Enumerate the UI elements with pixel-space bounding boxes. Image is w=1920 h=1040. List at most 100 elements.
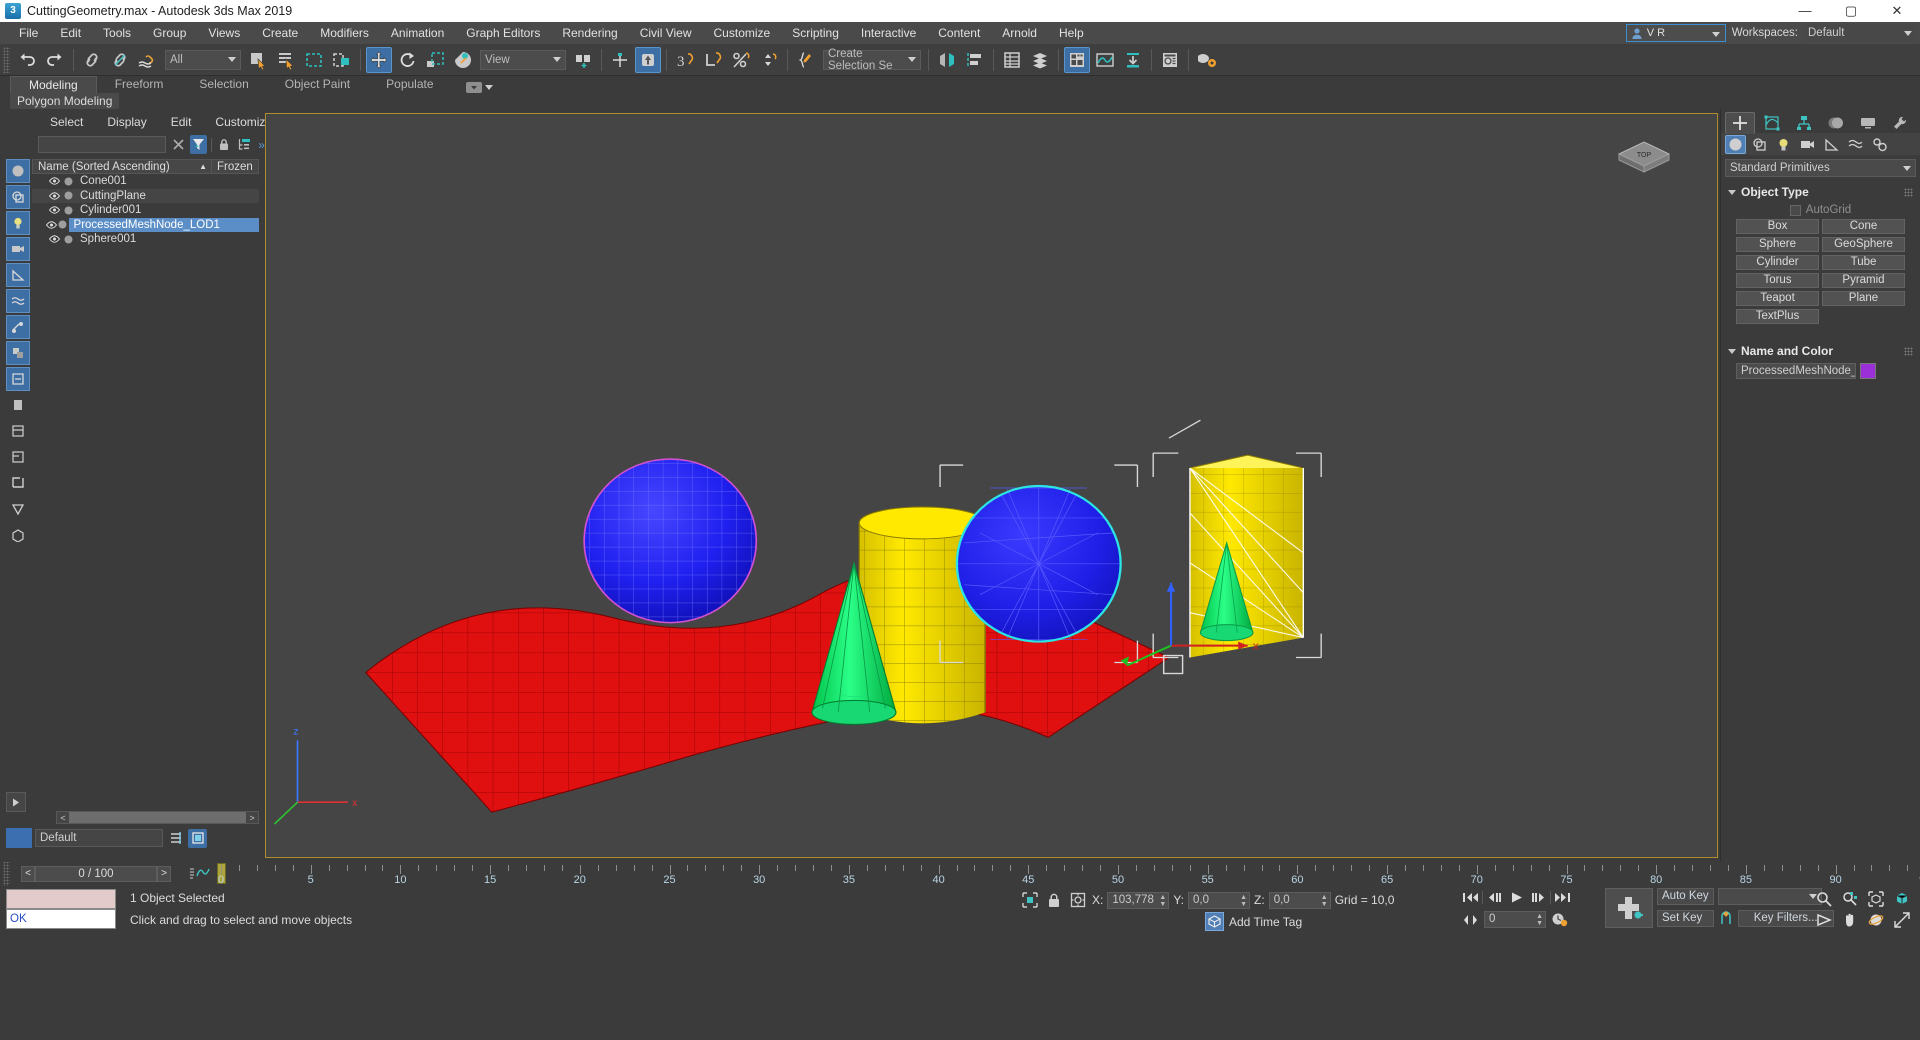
use-pivot-point-center-icon[interactable]	[570, 47, 596, 73]
render-toggle-icon[interactable]	[57, 220, 69, 229]
tab-hierarchy-icon[interactable]	[1789, 112, 1819, 134]
scene-explorer-menu-edit[interactable]: Edit	[159, 115, 204, 129]
systems-icon[interactable]	[1869, 135, 1890, 154]
visibility-eye-icon[interactable]	[48, 192, 61, 200]
track-bar-ruler[interactable]: 0510152025303540455055606570758085909510…	[175, 862, 1920, 886]
minimize-button[interactable]: —	[1782, 0, 1828, 22]
filter-geometry-icon[interactable]	[6, 159, 30, 183]
spinner-snap-icon[interactable]	[756, 47, 782, 73]
table-row-selected[interactable]: ProcessedMeshNode_LOD1	[32, 218, 259, 233]
select-object-icon[interactable]	[245, 47, 271, 73]
track-view-icon[interactable]	[189, 866, 211, 880]
filter-groups-icon[interactable]	[6, 341, 30, 365]
redo-icon[interactable]	[42, 47, 68, 73]
menu-item-content[interactable]: Content	[927, 22, 991, 44]
filter-bones-icon[interactable]	[6, 315, 30, 339]
create-teapot-button[interactable]: Teapot	[1736, 291, 1819, 306]
frozen-cell[interactable]	[213, 232, 259, 247]
filter-cameras-icon[interactable]	[6, 237, 30, 261]
helpers-icon[interactable]	[1821, 135, 1842, 154]
table-row[interactable]: Cylinder001	[32, 203, 259, 218]
maxscript-mini-listener-output[interactable]	[6, 889, 116, 909]
unlink-selection-icon[interactable]	[107, 47, 133, 73]
key-tangent-icon[interactable]	[1718, 911, 1734, 926]
percent-snap-icon[interactable]	[728, 47, 754, 73]
layer-color-swatch[interactable]	[6, 828, 32, 848]
visibility-eye-icon[interactable]	[48, 235, 61, 243]
select-and-place-icon[interactable]	[450, 47, 476, 73]
mirror-3d-icon[interactable]: 3	[672, 47, 698, 73]
render-toggle-icon[interactable]	[61, 191, 75, 200]
select-and-move-icon[interactable]	[366, 47, 392, 73]
filter-selected-icon[interactable]	[6, 471, 30, 495]
close-button[interactable]: ✕	[1874, 0, 1920, 22]
align-objects-icon[interactable]	[962, 47, 988, 73]
create-sphere-button[interactable]: Sphere	[1736, 237, 1819, 252]
field-of-view-icon[interactable]	[1812, 910, 1836, 929]
rollout-grip[interactable]	[1904, 347, 1913, 356]
timebar-grip[interactable]	[3, 861, 10, 887]
create-geosphere-button[interactable]: GeoSphere	[1822, 237, 1905, 252]
table-row[interactable]: Cone001	[32, 174, 259, 189]
column-header-name[interactable]: Name (Sorted Ascending) ▲	[33, 160, 212, 173]
scroll-right-arrow[interactable]: >	[246, 813, 258, 823]
object-name-field[interactable]: ProcessedMeshNode_LOD	[1736, 363, 1856, 379]
layer-list-icon[interactable]	[166, 829, 185, 848]
curve-editor-icon[interactable]	[1092, 47, 1118, 73]
undo-icon[interactable]	[14, 47, 40, 73]
select-and-scale-icon[interactable]	[422, 47, 448, 73]
menu-item-create[interactable]: Create	[251, 22, 309, 44]
filter-space-warps-icon[interactable]	[6, 289, 30, 313]
filter-icon[interactable]	[190, 135, 206, 154]
menu-item-modifiers[interactable]: Modifiers	[309, 22, 380, 44]
polygon-modeling-panel-label[interactable]: Polygon Modeling	[10, 93, 119, 109]
autogrid-checkbox[interactable]	[1790, 205, 1801, 216]
filter-particles-icon[interactable]	[6, 393, 30, 417]
frame-indicator[interactable]: < 0 / 100 >	[21, 866, 171, 882]
spinner-icon[interactable]: ▲▼	[1321, 894, 1328, 908]
material-editor-icon[interactable]	[1064, 47, 1090, 73]
maximize-button[interactable]: ▢	[1828, 0, 1874, 22]
window-crossing-toggle-icon[interactable]	[329, 47, 355, 73]
current-frame-display[interactable]: 0 / 100	[35, 866, 157, 882]
render-setup-icon[interactable]	[1157, 47, 1183, 73]
workspaces-dropdown[interactable]: Default	[1804, 24, 1916, 42]
layer-properties-icon[interactable]	[188, 829, 207, 848]
zoom-icon[interactable]	[1812, 889, 1836, 908]
create-pyramid-button[interactable]: Pyramid	[1822, 273, 1905, 288]
rectangular-selection-region-icon[interactable]	[301, 47, 327, 73]
tab-display-icon[interactable]	[1853, 112, 1883, 134]
rollout-header-name-and-color[interactable]: Name and Color	[1724, 342, 1917, 360]
menu-item-arnold[interactable]: Arnold	[991, 22, 1048, 44]
tab-modeling[interactable]: Modeling	[10, 76, 97, 93]
named-selection-sets-dropdown[interactable]: Create Selection Se	[823, 50, 921, 70]
object-color-swatch[interactable]	[1860, 363, 1876, 379]
render-production-icon[interactable]	[1194, 47, 1220, 73]
lights-icon[interactable]	[1773, 135, 1794, 154]
filter-xrefs-icon[interactable]	[6, 367, 30, 391]
current-frame-spinner[interactable]: 0 ▲▼	[1484, 911, 1546, 928]
align-icon[interactable]	[700, 47, 726, 73]
menu-item-rendering[interactable]: Rendering	[551, 22, 628, 44]
tab-modify-icon[interactable]	[1757, 112, 1787, 134]
filter-hidden-icon[interactable]	[6, 445, 30, 469]
menu-item-views[interactable]: Views	[197, 22, 251, 44]
more-options-chevron[interactable]: »	[258, 138, 265, 152]
spinner-icon[interactable]: ▲▼	[1240, 894, 1247, 908]
key-mode-toggle-icon[interactable]	[1460, 910, 1481, 929]
menu-item-help[interactable]: Help	[1048, 22, 1095, 44]
frozen-cell[interactable]	[213, 189, 259, 204]
zoom-extents-selected-icon[interactable]	[1890, 889, 1914, 908]
maxscript-mini-listener-input[interactable]: OK	[6, 909, 116, 929]
search-input[interactable]	[38, 136, 166, 153]
next-frame-icon[interactable]	[1528, 888, 1549, 907]
prev-frame-button[interactable]: <	[21, 866, 35, 882]
scroll-left-arrow[interactable]: <	[57, 813, 69, 823]
bind-to-space-warp-icon[interactable]	[135, 47, 161, 73]
selection-lock-region-icon[interactable]	[1020, 890, 1040, 910]
auto-key-button[interactable]: Auto Key	[1657, 888, 1714, 905]
select-and-link-icon[interactable]	[79, 47, 105, 73]
previous-frame-icon[interactable]	[1484, 888, 1505, 907]
z-coordinate-field[interactable]: 0,0▲▼	[1269, 892, 1331, 909]
visibility-eye-icon[interactable]	[48, 177, 61, 185]
